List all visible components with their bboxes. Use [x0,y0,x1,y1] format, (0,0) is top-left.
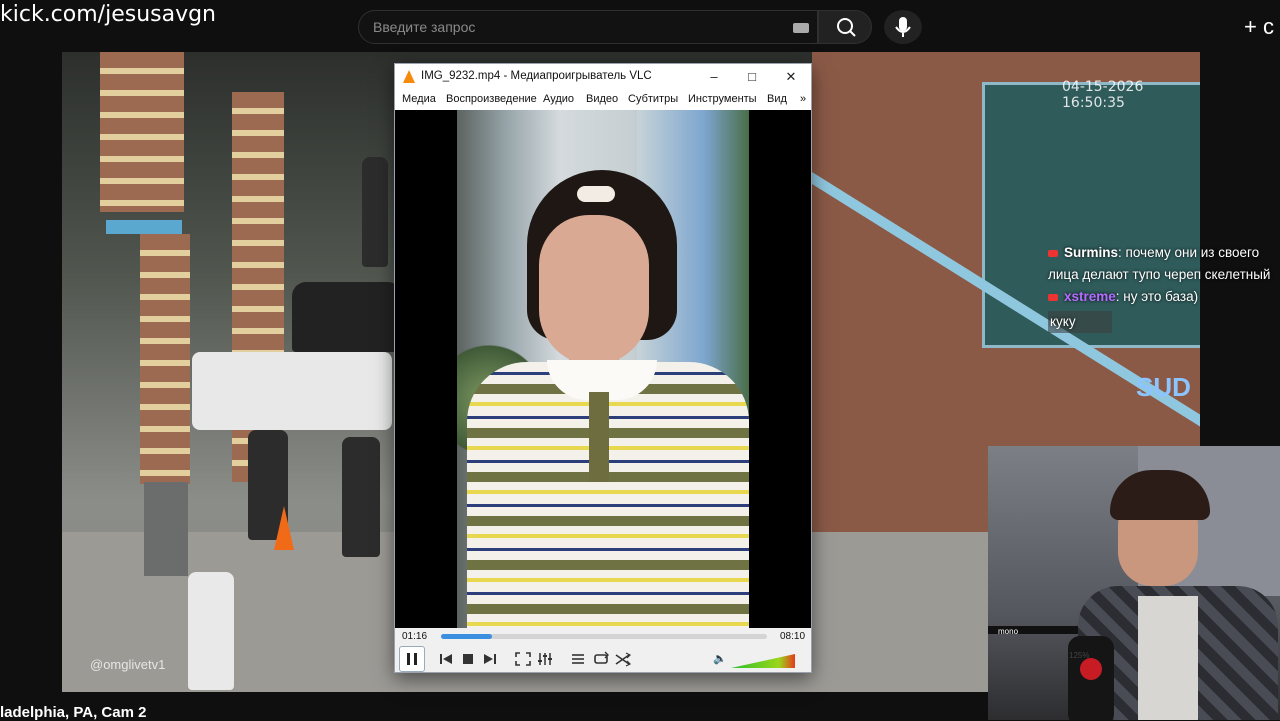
woman-face [539,215,649,365]
graffiti: SUD [1136,372,1191,402]
fullscreen-icon [515,652,531,666]
total-duration: 08:10 [780,631,806,642]
traffic-cone [274,506,294,550]
chat-username[interactable]: xstreme [1064,289,1116,304]
menu-subtitles[interactable]: Субтитры [628,93,678,105]
voice-search-button[interactable] [884,10,922,44]
menu-media[interactable]: Медиа [402,93,436,105]
police-car [192,352,392,430]
chat-pending-text: куку [1048,311,1112,333]
stream-title: ladelphia, PA, Cam 2 [0,704,147,721]
chat-badge-icon [1048,294,1058,301]
speaker-icon[interactable]: 🔈 [713,652,727,665]
shuffle-icon [615,652,632,667]
mic-arm-label: mono [998,627,1019,636]
chat-text: : ну это база) [1115,289,1199,304]
vlc-window-title: IMG_9232.mp4 - Медиапроигрыватель VLC [421,70,652,82]
pedestrian [342,437,380,557]
top-bar: kick.com/jesusavgn Введите запрос + с [0,0,1280,52]
volume-slider[interactable]: 125% [731,651,1089,668]
menu-playback[interactable]: Воспроизведение [446,93,537,105]
next-button[interactable] [479,649,501,669]
streamer-shirt [1138,596,1198,720]
streamer-webcam: mono [988,446,1280,720]
chat-username[interactable]: Surmins [1064,245,1118,260]
pause-button[interactable] [399,646,425,672]
search-button[interactable] [818,10,872,44]
sweater-placket [589,392,609,482]
seek-bar-progress [441,634,492,639]
shuffle-button[interactable] [612,649,634,669]
vlc-title-bar[interactable]: IMG_9232.mp4 - Медиапроигрыватель VLC – … [395,64,811,90]
brick-pillar [100,52,184,212]
video-frame [457,110,749,628]
camera-watermark: @omglivetv1 [90,657,166,672]
seek-row: 01:16 08:10 [395,628,811,646]
vlc-controls: 🔈 125% [395,646,1089,672]
loop-button[interactable] [590,649,612,669]
chat-overlay: Surmins: почему они из своего лица делаю… [1048,242,1278,333]
volume-ramp [731,654,795,668]
vlc-menu-bar: Медиа Воспроизведение Аудио Видео Субтит… [395,90,811,110]
next-icon [484,654,496,664]
minimize-button[interactable]: – [695,64,733,90]
chat-message: xstreme: ну это база) [1048,286,1278,308]
playlist-button[interactable] [567,649,589,669]
equalizer-icon [538,653,552,665]
loop-icon [594,651,609,664]
vlc-video-area[interactable] [395,110,811,628]
previous-button[interactable] [435,649,457,669]
seek-bar[interactable] [441,634,767,639]
volume-percent: 125% [1069,651,1090,660]
pillar-base [144,482,188,576]
vlc-window[interactable]: IMG_9232.mp4 - Медиапроигрыватель VLC – … [394,63,1089,673]
microphone-logo-icon [1080,658,1102,680]
menu-video[interactable]: Видео [586,93,618,105]
fullscreen-button[interactable] [512,649,534,669]
camera-timestamp: 04-15-2026 16:50:35 [1062,79,1144,111]
hair-scrunchie [577,186,615,202]
brick-pillar [140,234,190,484]
menu-tools[interactable]: Инструменты [688,93,757,105]
chat-message: Surmins: почему они из своего лица делаю… [1048,242,1278,286]
vlc-cone-icon [403,70,415,83]
pause-icon [407,653,417,665]
playlist-icon [572,654,584,664]
menu-more[interactable]: » [800,93,806,105]
menu-audio[interactable]: Аудио [543,93,574,105]
extended-settings-button[interactable] [534,649,556,669]
previous-icon [440,654,452,664]
pedestrian [362,157,388,267]
pedestrian [188,572,234,690]
search-input[interactable]: Введите запрос [373,19,475,35]
elapsed-time: 01:16 [402,631,428,642]
search-icon [837,18,856,37]
search-box[interactable]: Введите запрос [358,10,818,44]
pillar-cap [106,220,182,234]
maximize-button[interactable]: □ [733,64,771,90]
microphone-icon [895,17,911,37]
stop-button[interactable] [457,649,479,669]
menu-view[interactable]: Вид [767,93,787,105]
close-button[interactable]: ✕ [772,64,810,90]
chat-message: куку [1048,311,1278,333]
keyboard-icon[interactable] [793,23,809,33]
stop-icon [463,654,473,664]
chat-badge-icon [1048,250,1058,257]
site-url: kick.com/jesusavgn [0,2,217,27]
create-button[interactable]: + с [1244,14,1274,40]
parked-car [292,282,402,352]
